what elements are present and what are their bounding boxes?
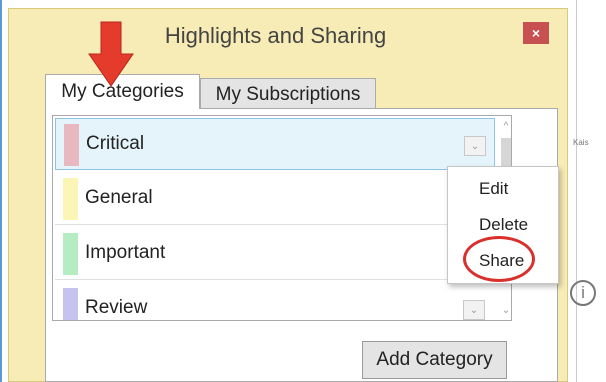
category-list: Critical ⌄ General Important Review ⌄ ^ … bbox=[52, 115, 512, 321]
category-row-review[interactable]: Review ⌄ bbox=[55, 283, 495, 320]
close-icon: × bbox=[531, 25, 541, 41]
row-dropdown-button[interactable]: ⌄ bbox=[463, 300, 485, 320]
scroll-up-icon[interactable]: ^ bbox=[499, 118, 511, 134]
background-text: Kais bbox=[573, 138, 589, 147]
background-app bbox=[568, 0, 606, 382]
info-icon[interactable]: i bbox=[570, 280, 596, 306]
chevron-down-icon: ⌄ bbox=[470, 140, 480, 152]
row-dropdown-button[interactable]: ⌄ bbox=[464, 136, 486, 156]
window-edge bbox=[0, 0, 2, 382]
category-color-swatch bbox=[63, 233, 78, 275]
tab-my-subscriptions[interactable]: My Subscriptions bbox=[200, 78, 376, 110]
category-color-swatch bbox=[64, 124, 79, 166]
share-highlight-circle bbox=[463, 236, 535, 282]
add-category-button[interactable]: Add Category bbox=[362, 341, 507, 379]
category-label: Review bbox=[85, 297, 148, 318]
category-label: General bbox=[85, 187, 153, 208]
category-color-swatch bbox=[63, 178, 78, 220]
category-row-important[interactable]: Important bbox=[55, 228, 495, 280]
category-label: Critical bbox=[86, 133, 145, 154]
chevron-down-icon: ⌄ bbox=[469, 304, 479, 316]
category-row-critical[interactable]: Critical ⌄ bbox=[55, 118, 495, 170]
down-arrow-icon bbox=[88, 21, 134, 87]
category-label: Important bbox=[85, 242, 166, 263]
category-row-general[interactable]: General bbox=[55, 173, 495, 225]
menu-item-edit[interactable]: Edit bbox=[479, 179, 508, 199]
category-color-swatch bbox=[63, 288, 78, 320]
info-glyph: i bbox=[581, 283, 585, 302]
scroll-down-icon[interactable]: ⌄ bbox=[499, 302, 511, 318]
background-gridline bbox=[576, 0, 577, 382]
menu-item-delete[interactable]: Delete bbox=[479, 215, 528, 235]
close-button[interactable]: × bbox=[523, 22, 549, 44]
